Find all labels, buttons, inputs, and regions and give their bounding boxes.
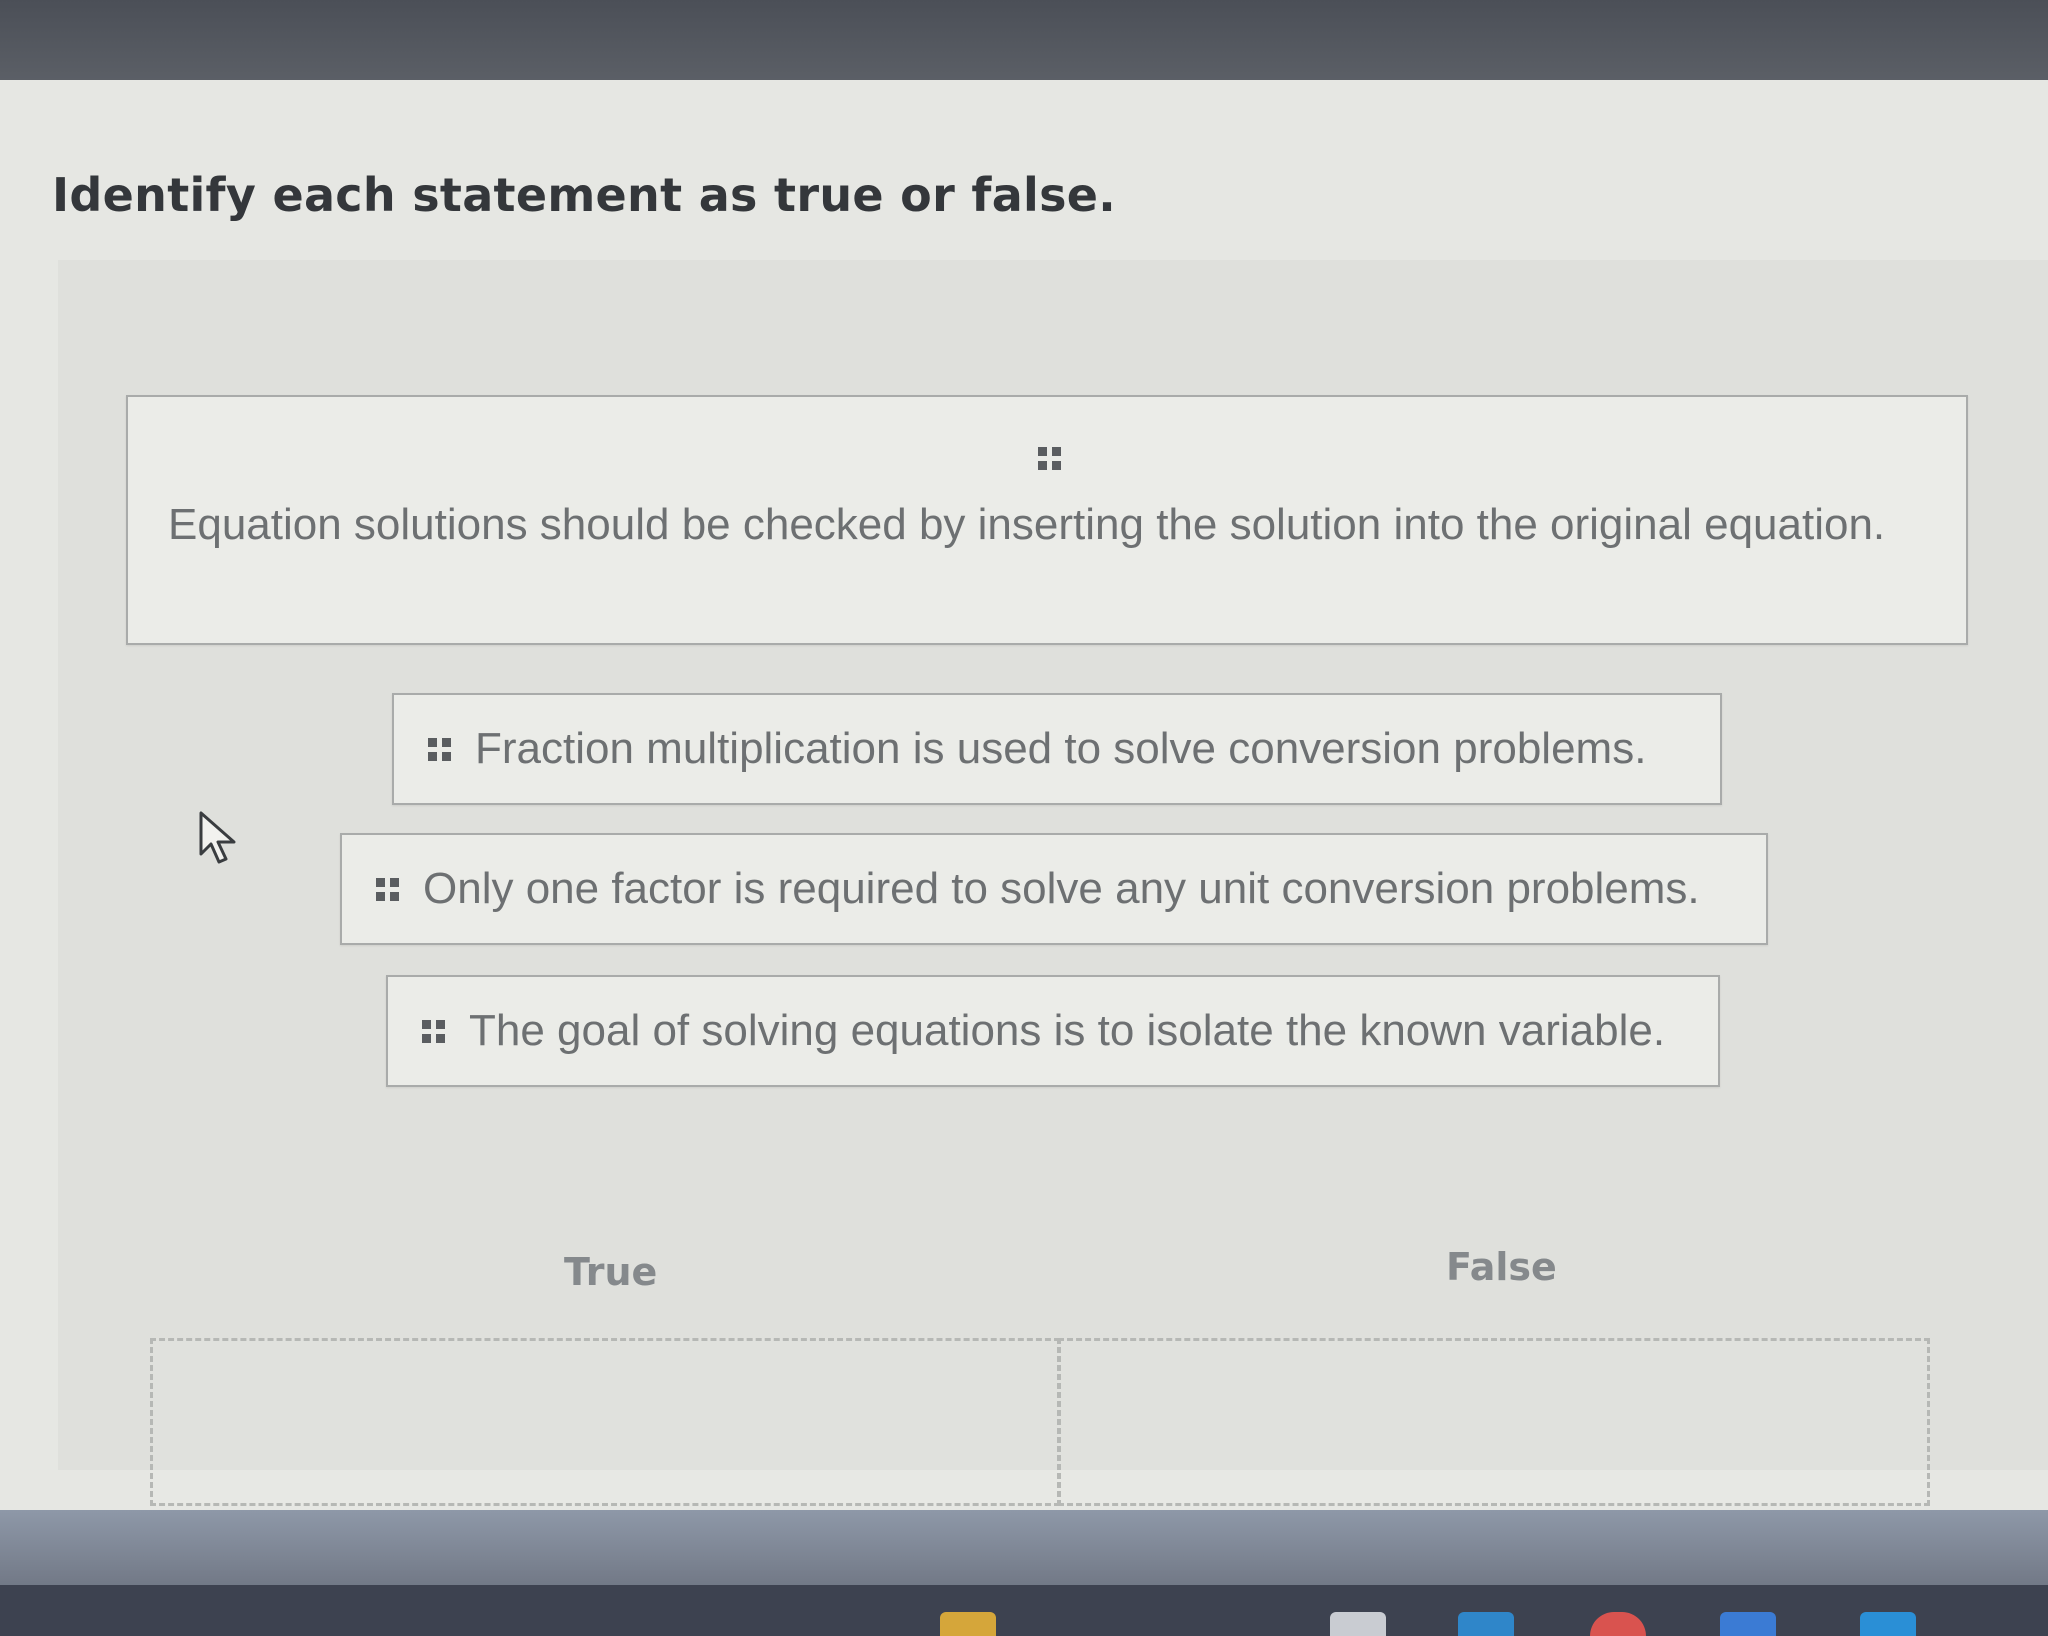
statement-card-3[interactable]: Only one factor is required to solve any… [340, 833, 1768, 945]
mail-icon[interactable] [1860, 1612, 1916, 1636]
drag-handle-icon[interactable] [1038, 447, 1061, 470]
statement-text: Equation solutions should be checked by … [168, 500, 1886, 549]
statement-text: The goal of solving equations is to isol… [469, 1006, 1666, 1055]
statement-text: Fraction multiplication is used to solve… [475, 724, 1647, 773]
drag-handle-icon[interactable] [422, 1019, 445, 1043]
false-column-label: False [1446, 1245, 1557, 1289]
store-icon[interactable] [1458, 1612, 1514, 1636]
app-icon[interactable] [1330, 1612, 1386, 1636]
true-drop-zone[interactable] [150, 1338, 1060, 1506]
file-explorer-icon[interactable] [940, 1612, 996, 1636]
word-icon[interactable] [1720, 1612, 1776, 1636]
false-drop-zone[interactable] [1058, 1338, 1930, 1506]
sorting-workspace: Equation solutions should be checked by … [58, 260, 2048, 1506]
statement-card-4[interactable]: The goal of solving equations is to isol… [386, 975, 1720, 1087]
drag-handle-icon[interactable] [376, 877, 399, 901]
statement-card-1[interactable]: Equation solutions should be checked by … [126, 395, 1968, 645]
true-column-label: True [564, 1250, 658, 1294]
monitor-bezel-top [0, 0, 2048, 90]
drag-handle-icon[interactable] [428, 737, 451, 761]
statement-text: Only one factor is required to solve any… [423, 864, 1700, 913]
assignment-page: Identify each statement as true or false… [0, 80, 2048, 1520]
statement-card-2[interactable]: Fraction multiplication is used to solve… [392, 693, 1722, 805]
mouse-pointer-icon [199, 811, 236, 864]
question-prompt: Identify each statement as true or false… [52, 168, 1117, 222]
